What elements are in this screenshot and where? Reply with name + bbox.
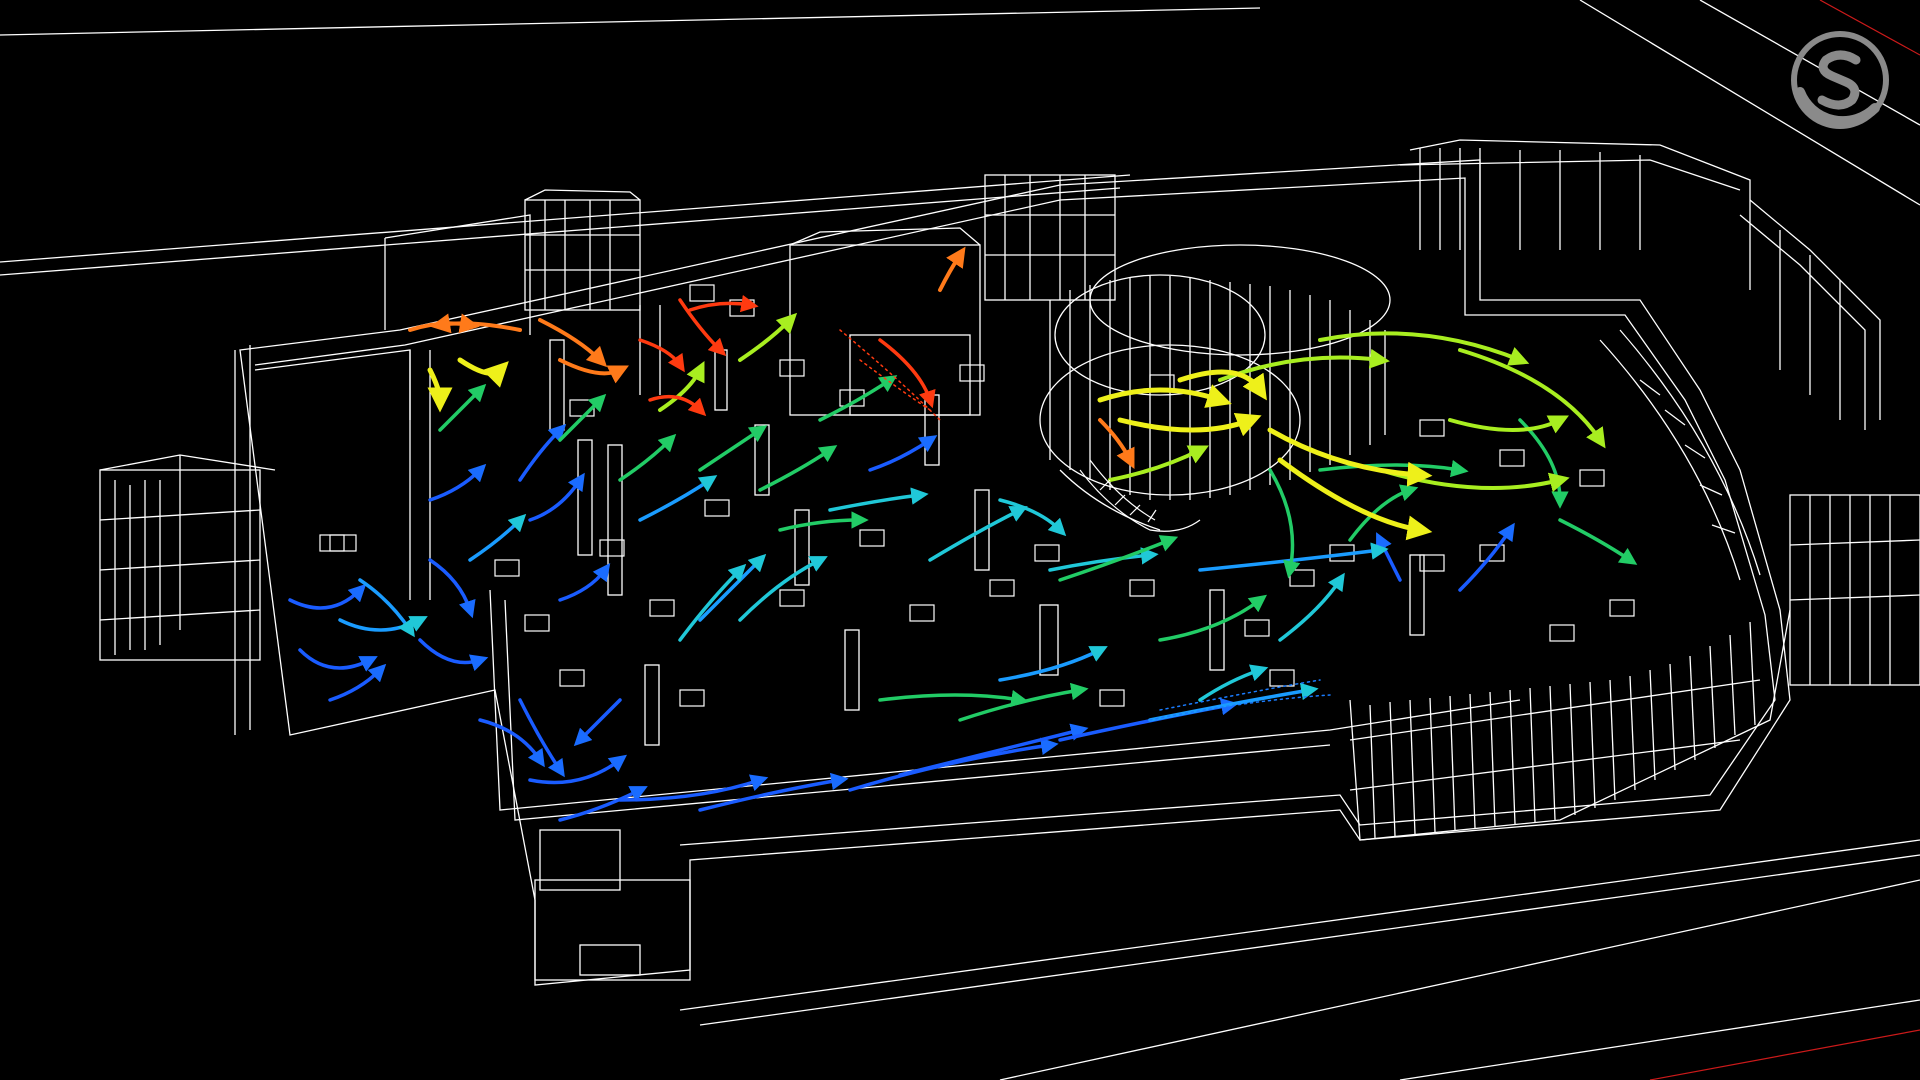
airflow-streamlines <box>288 246 1638 822</box>
wireframe-scene <box>0 0 1920 1080</box>
s-badge-icon <box>1791 31 1889 129</box>
red-guide-lines <box>1649 0 1920 1080</box>
ground-plane-lines <box>0 0 1920 1080</box>
spiral-stair <box>1079 459 1201 532</box>
building-wireframe <box>99 139 1920 986</box>
3d-viewport[interactable] <box>0 0 1920 1080</box>
atrium-cylinder <box>1039 244 1391 531</box>
floor-openings <box>319 284 1635 707</box>
